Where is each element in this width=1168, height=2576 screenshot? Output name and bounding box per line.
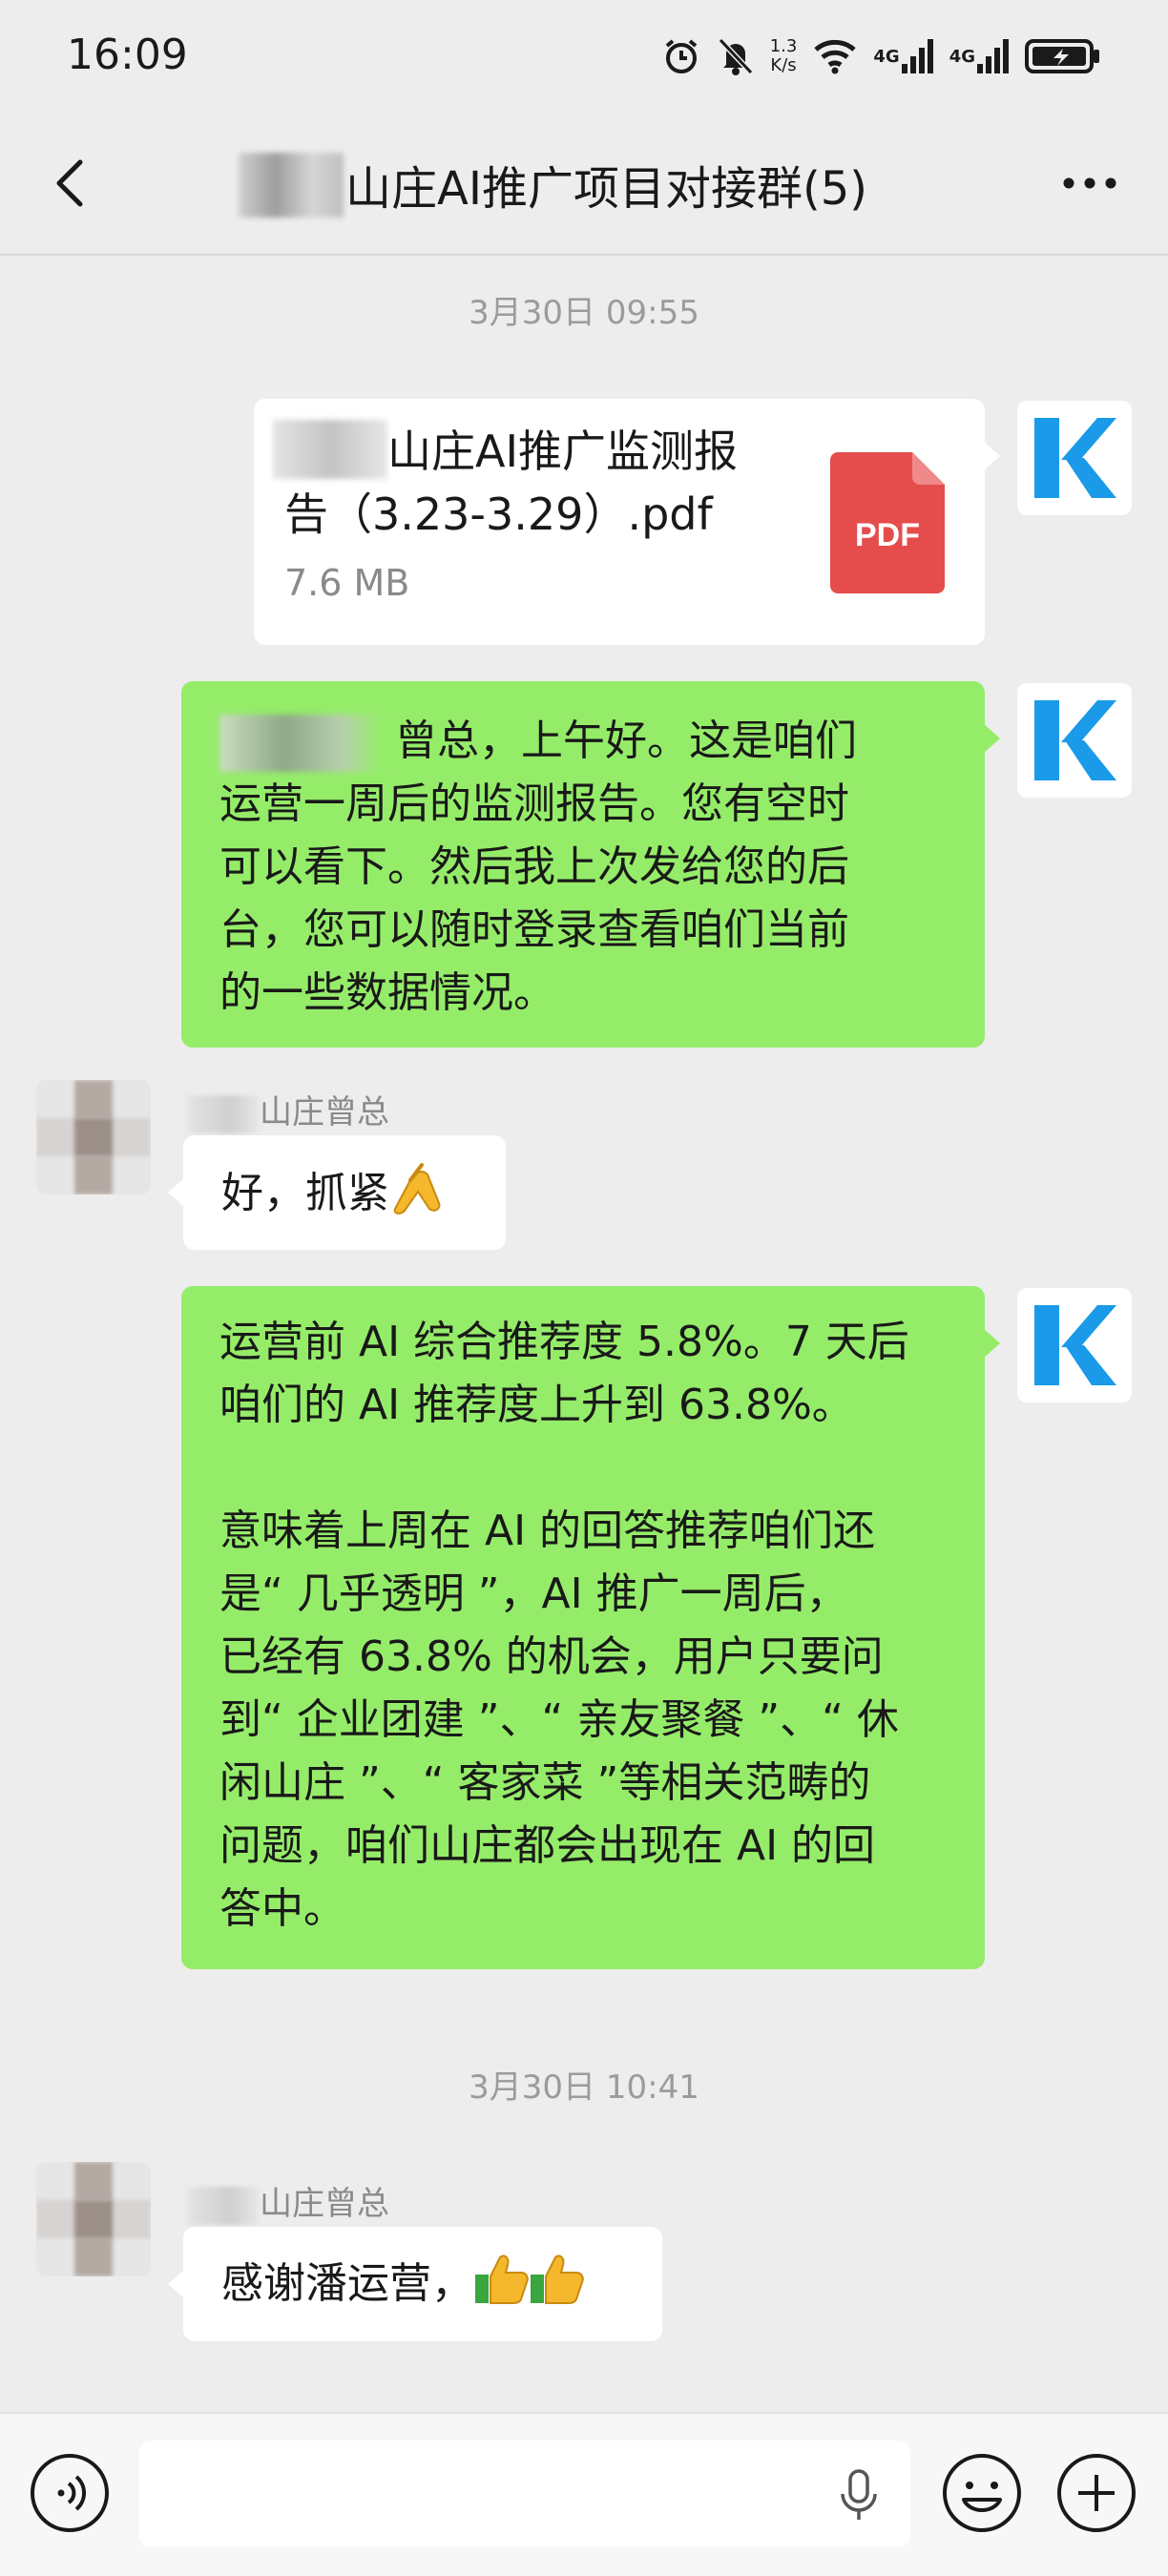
bubble-tail	[983, 723, 1000, 754]
sender-name: 山庄曾总	[187, 2177, 389, 2225]
signal-label-2: 4G	[949, 46, 975, 67]
timestamp: 3月30日 09:55	[469, 294, 699, 332]
chat-title: 山庄AI推广项目对接群(5)	[345, 162, 867, 216]
bubble-tail	[168, 1177, 185, 1208]
status-time: 16:09	[67, 31, 188, 79]
message-line: 问题，咱们山庄都会出现在 AI 的回	[219, 1821, 876, 1870]
thumbs-up-emoji	[531, 2254, 584, 2304]
self-avatar[interactable]	[1017, 683, 1132, 798]
k-logo-icon	[1034, 1305, 1116, 1385]
more-button[interactable]	[1059, 164, 1120, 202]
pinched-hand-emoji	[393, 1163, 441, 1215]
mic-icon[interactable]	[840, 2469, 878, 2523]
message-line: 闲山庄 ”、“ 客家菜 ”等相关范畴的	[219, 1758, 871, 1807]
message-line-text: 曾总，上午好。这是咱们	[395, 717, 857, 765]
voice-icon	[31, 2454, 109, 2532]
message-line: 到“ 企业团建 ”、“ 亲友聚餐 ”、“ 休	[219, 1695, 899, 1744]
net-speed-unit: K/s	[770, 55, 797, 75]
voice-button[interactable]	[29, 2452, 111, 2534]
sender-name: 山庄曾总	[187, 1086, 389, 1133]
message-line: 咱们的 AI 推荐度上升到 63.8%。	[219, 1381, 854, 1429]
name-redaction	[187, 1094, 260, 1133]
bubble-tail	[983, 441, 1000, 471]
name-redaction	[187, 2186, 260, 2225]
chat-header: 山庄AI推广项目对接群(5)	[0, 114, 1168, 256]
battery-icon	[1025, 37, 1101, 75]
message-line: 可以看下。然后我上次发给您的后	[219, 842, 849, 891]
input-bar	[0, 2412, 1168, 2576]
file-size: 7.6 MB	[284, 562, 410, 604]
pdf-icon: PDF	[830, 452, 945, 593]
message-input[interactable]	[139, 2441, 910, 2547]
message-line: 曾总，上午好。这是咱们	[219, 710, 947, 773]
file-name-line2: 告（3.23-3.29）.pdf	[284, 488, 713, 540]
emoji-button[interactable]	[941, 2452, 1023, 2534]
message-line: 是“ 几乎透明 ”，AI 推广一周后，	[219, 1569, 848, 1618]
message-line: 的一些数据情况。	[219, 968, 555, 1017]
mention-redaction	[219, 715, 382, 772]
back-icon	[56, 159, 83, 207]
net-speed: 1.3 K/s	[770, 37, 798, 75]
plus-icon	[1057, 2454, 1136, 2532]
bubble-tail	[168, 2269, 185, 2299]
contact-avatar[interactable]	[36, 2162, 151, 2276]
mute-icon	[717, 36, 755, 76]
status-bar: 16:09 1.3 K/s 4G 4G	[0, 0, 1168, 114]
sender-name-text: 山庄曾总	[260, 1093, 389, 1132]
timestamp: 3月30日 10:41	[469, 2068, 699, 2107]
message-text: 感谢潘运营，	[221, 2259, 473, 2308]
file-name-line1: 山庄AI推广监测报	[387, 426, 739, 477]
k-logo-icon	[1034, 700, 1116, 780]
text-message[interactable]: 感谢潘运营，	[168, 2227, 662, 2341]
message-line: 台，您可以随时登录查看咱们当前	[219, 905, 849, 954]
pdf-icon-label: PDF	[855, 517, 920, 553]
self-avatar[interactable]	[1017, 1288, 1132, 1402]
signal-icon-1: 4G	[873, 39, 933, 73]
message-text: 好，抓紧	[221, 1169, 389, 1217]
text-message[interactable]: 曾总，上午好。这是咱们 运营一周后的监测报告。您有空时 可以看下。然后我上次发给…	[181, 681, 1000, 1048]
thumbs-up-emoji	[475, 2254, 529, 2304]
k-logo-icon	[1034, 418, 1116, 498]
message-line: 运营前 AI 综合推荐度 5.8%。7 天后	[219, 1318, 909, 1366]
text-message[interactable]: 好，抓紧	[168, 1135, 506, 1250]
net-speed-value: 1.3	[769, 36, 798, 56]
bubble-tail	[983, 1328, 1000, 1359]
signal-label-1: 4G	[873, 46, 900, 67]
message-line: 意味着上周在 AI 的回答推荐咱们还	[219, 1506, 876, 1555]
contact-avatar[interactable]	[36, 1080, 151, 1195]
message-line: 已经有 63.8% 的机会，用户只要问	[219, 1632, 884, 1681]
back-button[interactable]	[44, 155, 101, 212]
sender-name-text: 山庄曾总	[260, 2185, 389, 2223]
title-redaction	[239, 153, 344, 218]
status-icons: 1.3 K/s 4G 4G	[661, 32, 1101, 80]
message-line: 运营一周后的监测报告。您有空时	[219, 779, 849, 828]
message-line	[219, 1437, 947, 1500]
file-message[interactable]: 山庄AI推广监测报 告（3.23-3.29）.pdf 7.6 MB PDF	[254, 399, 1000, 645]
message-line: 答中。	[219, 1884, 345, 1933]
wifi-icon	[812, 38, 858, 74]
more-actions-button[interactable]	[1055, 2452, 1137, 2534]
emoji-icon	[943, 2454, 1021, 2532]
text-message[interactable]: 运营前 AI 综合推荐度 5.8%。7 天后 咱们的 AI 推荐度上升到 63.…	[181, 1286, 1000, 1969]
signal-icon-2: 4G	[949, 39, 1010, 73]
more-icon	[1063, 177, 1116, 189]
self-avatar[interactable]	[1017, 401, 1132, 515]
alarm-icon	[661, 36, 701, 76]
